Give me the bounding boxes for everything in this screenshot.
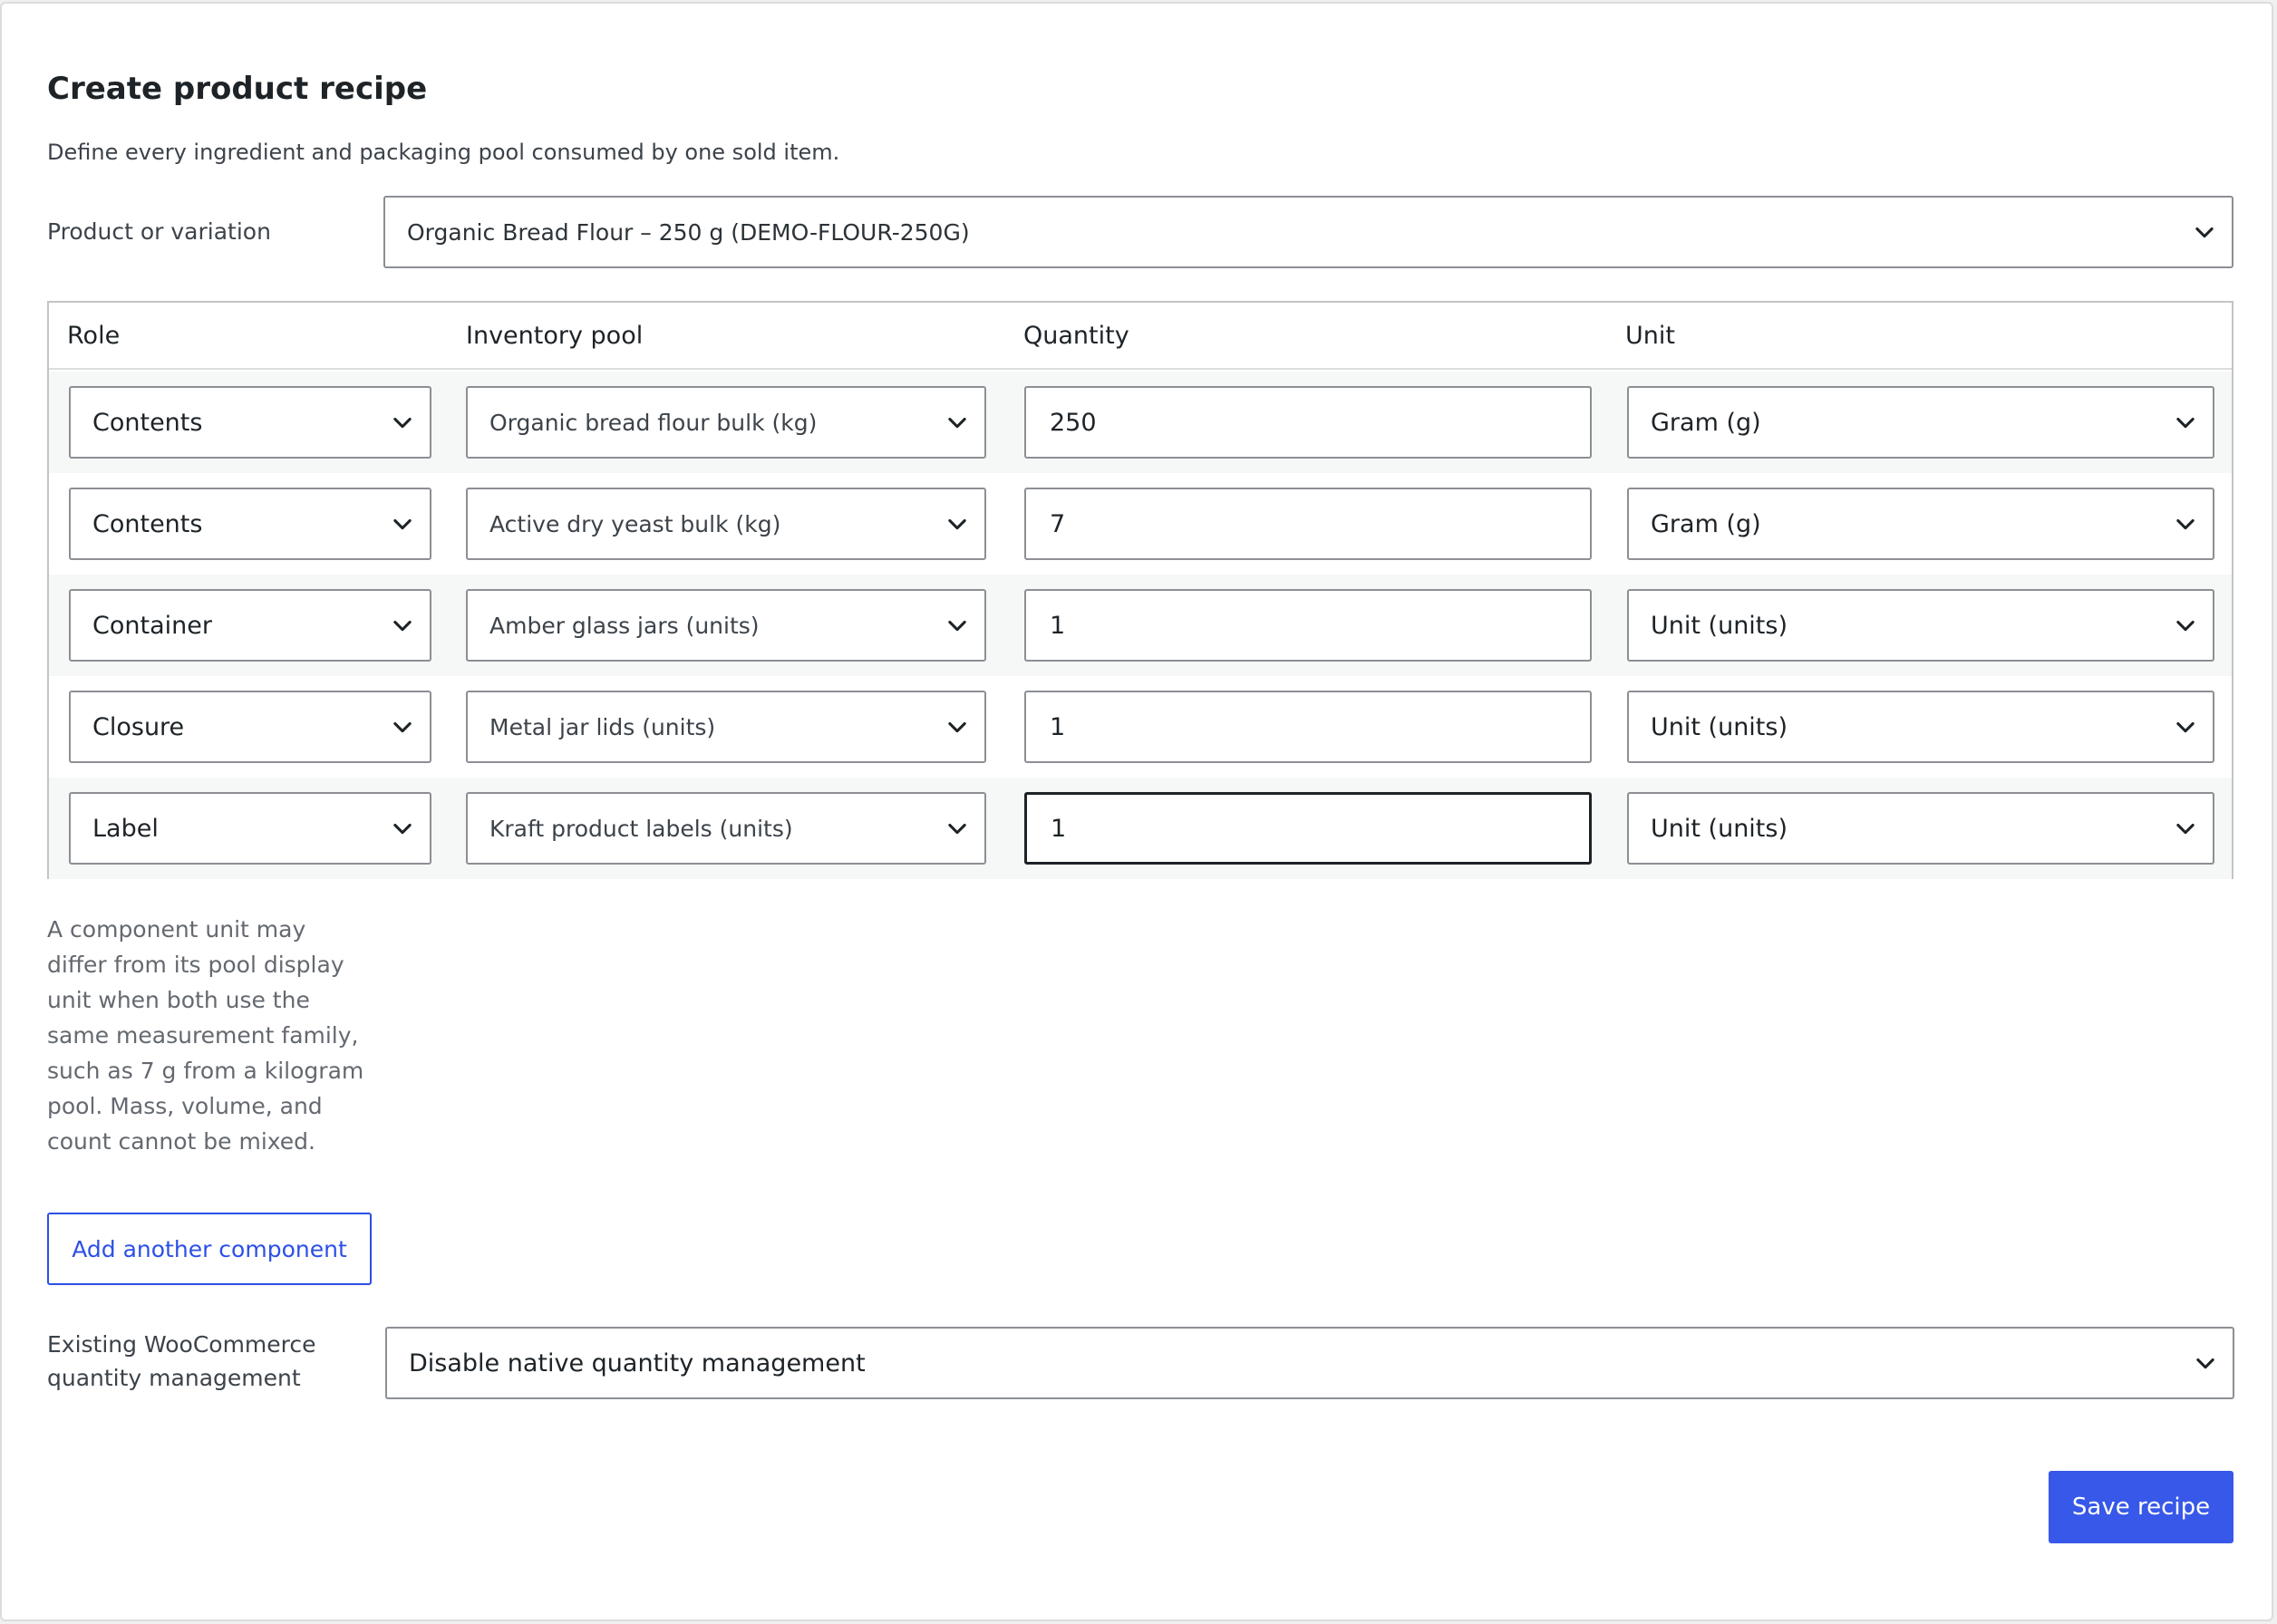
pool-select-value: Amber glass jars (units)	[489, 612, 760, 639]
table-row: Container Amber glass jars (units) 1 Uni…	[49, 575, 2232, 676]
quantity-input[interactable]: 1	[1024, 691, 1592, 763]
chevron-down-icon	[945, 410, 970, 435]
column-header-quantity: Quantity	[1023, 322, 1129, 350]
role-select[interactable]: Label	[69, 792, 431, 865]
pool-select-value: Metal jar lids (units)	[489, 713, 716, 740]
chevron-down-icon	[945, 613, 970, 638]
role-select-value: Contents	[92, 408, 203, 437]
table-row: Contents Active dry yeast bulk (kg) 7 Gr…	[49, 473, 2232, 575]
role-select-value: Closure	[92, 712, 185, 741]
unit-select-value: Unit (units)	[1651, 611, 1788, 640]
quantity-input[interactable]: 1	[1024, 589, 1592, 662]
pool-select-value: Active dry yeast bulk (kg)	[489, 510, 781, 537]
quantity-management-value: Disable native quantity management	[409, 1348, 866, 1378]
table-row: Label Kraft product labels (units) 1 Uni…	[49, 778, 2232, 879]
role-select-value: Contents	[92, 509, 203, 538]
product-select-value: Organic Bread Flour – 250 g (DEMO-FLOUR-…	[407, 218, 970, 246]
chevron-down-icon	[390, 410, 415, 435]
chevron-down-icon	[945, 511, 970, 536]
role-select[interactable]: Container	[69, 589, 431, 662]
chevron-down-icon	[390, 511, 415, 536]
role-select-value: Container	[92, 611, 212, 640]
existing-management-label: Existing WooCommerce quantity management	[47, 1331, 316, 1391]
unit-select[interactable]: Gram (g)	[1627, 488, 2214, 560]
quantity-input[interactable]: 1	[1024, 792, 1592, 865]
column-header-role: Role	[67, 322, 121, 350]
pool-select[interactable]: Active dry yeast bulk (kg)	[466, 488, 986, 560]
unit-select[interactable]: Unit (units)	[1627, 691, 2214, 763]
role-select[interactable]: Contents	[69, 488, 431, 560]
product-select[interactable]: Organic Bread Flour – 250 g (DEMO-FLOUR-…	[383, 196, 2233, 268]
column-header-unit: Unit	[1625, 322, 1675, 350]
pool-select[interactable]: Kraft product labels (units)	[466, 792, 986, 865]
chevron-down-icon	[2192, 219, 2217, 245]
product-field-label: Product or variation	[47, 218, 271, 245]
chevron-down-icon	[2173, 714, 2198, 740]
save-recipe-button[interactable]: Save recipe	[2049, 1471, 2233, 1543]
pool-select-value: Kraft product labels (units)	[489, 815, 793, 842]
chevron-down-icon	[390, 714, 415, 740]
pool-select-value: Organic bread flour bulk (kg)	[489, 409, 818, 436]
chevron-down-icon	[945, 816, 970, 841]
pool-select[interactable]: Organic bread flour bulk (kg)	[466, 386, 986, 459]
quantity-management-select[interactable]: Disable native quantity management	[385, 1327, 2234, 1399]
pool-select[interactable]: Amber glass jars (units)	[466, 589, 986, 662]
chevron-down-icon	[945, 714, 970, 740]
quantity-input[interactable]: 7	[1024, 488, 1592, 560]
chevron-down-icon	[390, 816, 415, 841]
pool-select[interactable]: Metal jar lids (units)	[466, 691, 986, 763]
page-title: Create product recipe	[47, 71, 428, 107]
role-select[interactable]: Contents	[69, 386, 431, 459]
table-row: Contents Organic bread flour bulk (kg) 2…	[49, 372, 2232, 473]
chevron-down-icon	[2173, 410, 2198, 435]
chevron-down-icon	[2173, 816, 2198, 841]
table-row: Closure Metal jar lids (units) 1 Unit (u…	[49, 676, 2232, 778]
role-select[interactable]: Closure	[69, 691, 431, 763]
role-select-value: Label	[92, 814, 159, 843]
column-header-pool: Inventory pool	[466, 322, 644, 350]
components-table: Role Inventory pool Quantity Unit Conten…	[47, 301, 2233, 879]
recipe-panel: Create product recipe Define every ingre…	[0, 2, 2273, 1621]
table-header: Role Inventory pool Quantity Unit	[49, 303, 2232, 370]
unit-select[interactable]: Gram (g)	[1627, 386, 2214, 459]
unit-select-value: Gram (g)	[1651, 408, 1761, 437]
unit-select[interactable]: Unit (units)	[1627, 792, 2214, 865]
quantity-input[interactable]: 250	[1024, 386, 1592, 459]
page-description: Define every ingredient and packaging po…	[47, 140, 840, 165]
unit-help-text: A component unit may differ from its poo…	[47, 916, 364, 1155]
unit-select-value: Gram (g)	[1651, 509, 1761, 538]
chevron-down-icon	[2173, 511, 2198, 536]
chevron-down-icon	[390, 613, 415, 638]
unit-select-value: Unit (units)	[1651, 814, 1788, 843]
chevron-down-icon	[2173, 613, 2198, 638]
chevron-down-icon	[2193, 1350, 2218, 1376]
unit-select[interactable]: Unit (units)	[1627, 589, 2214, 662]
unit-select-value: Unit (units)	[1651, 712, 1788, 741]
add-component-button[interactable]: Add another component	[47, 1213, 372, 1285]
